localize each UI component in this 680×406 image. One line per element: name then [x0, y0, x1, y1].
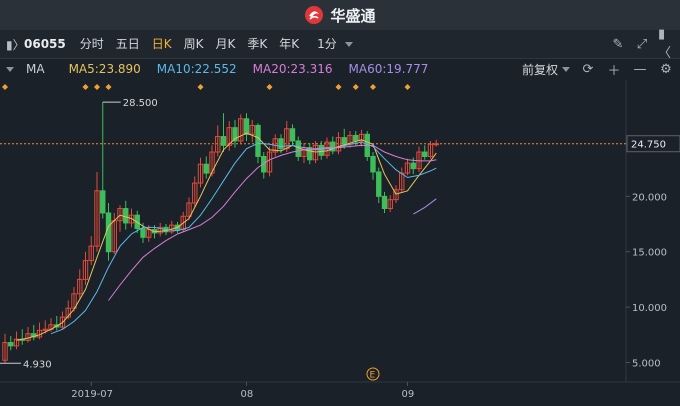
- chevron-down-icon: [344, 41, 353, 47]
- dividend-marker-icon: [82, 84, 89, 90]
- ma60-value: MA60:19.777: [348, 62, 429, 76]
- candle-body: [376, 171, 382, 197]
- y-tick-label: 10.000: [632, 303, 667, 314]
- candle-body: [353, 134, 359, 142]
- dividend-marker-icon: [105, 84, 112, 90]
- ma20-value: MA20:23.316: [252, 62, 333, 76]
- candle-body: [8, 342, 14, 347]
- low-annotation-label: 4.930: [23, 359, 52, 370]
- minute-select[interactable]: 1分: [305, 30, 359, 58]
- zoom-out-icon[interactable]: —: [632, 61, 648, 77]
- tab-quarterly-k[interactable]: 季K: [241, 30, 273, 58]
- settings-icon[interactable]: ⚙: [658, 61, 674, 77]
- y-tick-label: 5.000: [632, 358, 661, 369]
- app-logo: 华盛通: [304, 5, 376, 26]
- candle-body: [410, 162, 416, 170]
- y-tick-label: 20.000: [632, 192, 667, 203]
- candle-body: [220, 136, 227, 146]
- price-adjust-value: 前复权: [521, 62, 558, 77]
- indicator-bar: MA MA5:23.890 MA10:22.552 MA20:23.316 MA…: [0, 58, 680, 80]
- dividend-marker-icon: [266, 84, 273, 90]
- event-marker-label: E: [370, 371, 376, 381]
- app-window: 华盛通 ▮〉 06055 分时 五日 日K 周K 月K 季K 年K 1分 ✎ ⤢…: [0, 0, 680, 406]
- indicator-collapse-icon[interactable]: [6, 66, 14, 72]
- x-tick-label: 08: [241, 389, 254, 400]
- title-bar: 华盛通: [0, 0, 680, 30]
- dividend-marker-icon: [404, 84, 411, 90]
- indicator-name[interactable]: MA: [26, 62, 45, 76]
- app-title: 华盛通: [330, 6, 376, 25]
- current-price-label: 24.750: [631, 140, 666, 151]
- candle-body: [100, 190, 106, 214]
- x-tick-label: 09: [402, 389, 415, 400]
- tab-daily-k[interactable]: 日K: [146, 30, 178, 58]
- candle-body: [289, 128, 296, 142]
- toolbar-tools: ✎ ⤢ ▮〈: [610, 27, 674, 61]
- dividend-marker-icon: [197, 84, 204, 90]
- high-annotation-label: 28.500: [123, 98, 158, 109]
- panel-toggle-icon[interactable]: ▮〉: [0, 36, 25, 53]
- dividend-marker-icon: [370, 84, 376, 90]
- indicator-tools: 前复权 ⟳ ＋ — ⚙: [522, 58, 674, 80]
- tab-timeshare[interactable]: 分时: [74, 30, 110, 58]
- refresh-icon[interactable]: ⟳: [580, 61, 596, 77]
- candle-body: [381, 195, 388, 210]
- candle-body: [140, 227, 146, 238]
- draw-pen-icon[interactable]: ✎: [610, 36, 626, 52]
- minute-select-value: 1分: [317, 37, 337, 51]
- logo-swirl-icon: [305, 6, 324, 24]
- candle-body: [255, 124, 261, 157]
- dividend-marker-icon: [2, 84, 8, 90]
- x-tick-label: 2019-07: [71, 389, 113, 400]
- ma60-line: [413, 198, 437, 215]
- chevron-down-icon: [562, 66, 570, 72]
- candle-body: [370, 155, 376, 173]
- ma10-value: MA10:22.552: [156, 62, 237, 76]
- tab-monthly-k[interactable]: 月K: [210, 30, 242, 58]
- dividend-marker-icon: [335, 84, 342, 90]
- candle-body: [422, 151, 428, 157]
- stock-symbol: 06055: [24, 37, 66, 51]
- y-tick-label: 15.000: [632, 248, 667, 259]
- toolbar: ▮〉 06055 分时 五日 日K 周K 月K 季K 年K 1分 ✎ ⤢ ▮〈: [0, 27, 680, 61]
- tab-five-day[interactable]: 五日: [110, 30, 146, 58]
- ma20-line: [108, 144, 437, 301]
- tab-weekly-k[interactable]: 周K: [178, 30, 210, 58]
- candle-body: [341, 137, 347, 145]
- candle-body: [203, 163, 209, 174]
- dividend-marker-icon: [94, 84, 100, 90]
- zoom-in-icon[interactable]: ＋: [606, 61, 622, 79]
- candlestick-chart[interactable]: 20.000 15.000 10.000 5.000 2019-07 08 09 24.750…: [0, 80, 680, 406]
- candle-body: [105, 212, 112, 253]
- tab-yearly-k[interactable]: 年K: [273, 30, 305, 58]
- layout-toggle-icon[interactable]: ▮〈: [658, 27, 674, 61]
- dividend-marker-icon: [352, 84, 359, 90]
- candle-body: [243, 118, 250, 135]
- candle-body: [278, 138, 284, 150]
- candle-body: [433, 143, 439, 146]
- candle-body: [123, 208, 129, 224]
- ma5-value: MA5:23.890: [68, 62, 141, 76]
- candle-body: [318, 144, 324, 156]
- expand-icon[interactable]: ⤢: [634, 36, 650, 52]
- price-adjust-select[interactable]: 前复权: [522, 61, 570, 78]
